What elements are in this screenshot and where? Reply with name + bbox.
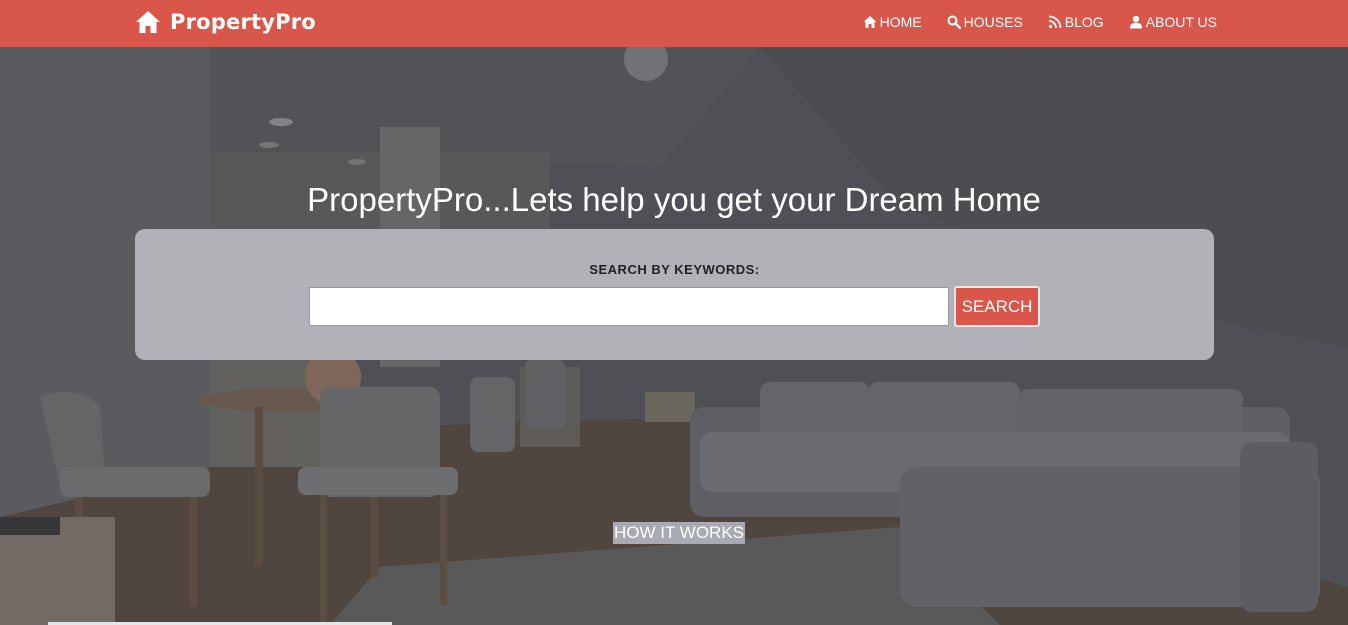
brand-logo-link[interactable]: PropertyPro [135,7,316,37]
nav-blog[interactable]: BLOG [1048,14,1104,30]
main-nav: HOME HOUSES BLOG ABOUT US [838,0,1217,44]
nav-houses-label: HOUSES [963,14,1023,30]
nav-blog-label: BLOG [1064,14,1104,30]
how-it-works-link[interactable]: HOW IT WORKS [613,522,746,544]
hero-section: PropertyPro...Lets help you get your Dre… [0,47,1348,625]
navbar: PropertyPro HOME HOUSES BLOG ABOUT US [0,0,1348,47]
user-icon [1129,15,1142,29]
search-input[interactable] [309,287,949,326]
rss-icon [1048,15,1062,29]
home-icon [136,11,160,33]
nav-home-label: HOME [879,14,922,30]
nav-about-label: ABOUT US [1145,14,1217,30]
nav-home[interactable]: HOME [863,14,922,30]
brand-name: PropertyPro [170,10,316,34]
search-label: SEARCH BY KEYWORDS: [589,262,760,277]
nav-houses[interactable]: HOUSES [947,14,1023,30]
search-panel: SEARCH BY KEYWORDS: SEARCH [135,229,1214,360]
nav-about-us[interactable]: ABOUT US [1129,14,1217,30]
hero-title: PropertyPro...Lets help you get your Dre… [307,181,1041,218]
search-button[interactable]: SEARCH [954,286,1040,327]
home-icon [863,16,877,28]
search-icon [947,15,961,29]
